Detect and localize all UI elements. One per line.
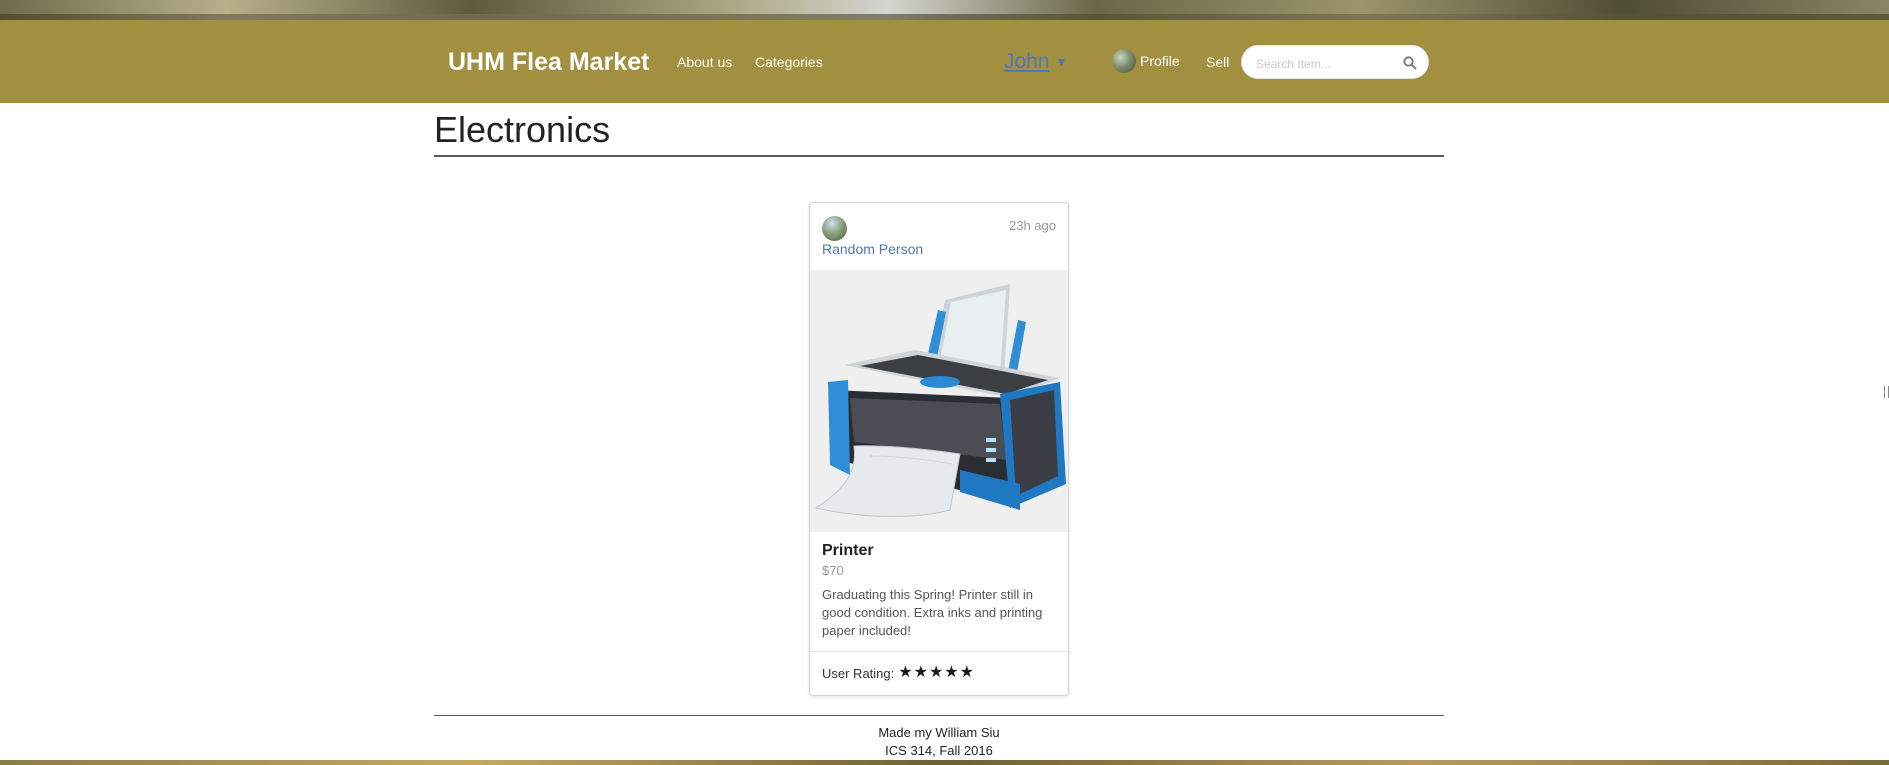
- search-icon[interactable]: [1402, 55, 1418, 71]
- footer-credit: Made my William Siu: [878, 725, 1000, 740]
- printer-image[interactable]: [810, 270, 1068, 532]
- search-input[interactable]: [1254, 53, 1398, 75]
- nav-categories-link[interactable]: Categories: [755, 53, 823, 71]
- star-icon: ★: [944, 664, 959, 681]
- title-divider: [434, 155, 1444, 157]
- footer-banner-image: [0, 760, 1889, 765]
- user-name: John: [1004, 50, 1050, 73]
- listing-name: Printer: [822, 542, 874, 559]
- listing-price: $70: [822, 563, 844, 578]
- star-icon: ★: [898, 664, 913, 681]
- star-icon: ★: [928, 664, 944, 681]
- user-avatar: [1112, 49, 1136, 73]
- nav-profile-label: Profile: [1140, 53, 1180, 69]
- header-banner-image: [0, 0, 1889, 20]
- rating-stars: ★ ★ ★ ★ ★: [898, 665, 975, 681]
- footer-course: ICS 314, Fall 2016: [885, 743, 993, 758]
- user-rating: User Rating: ★ ★ ★ ★ ★: [822, 665, 975, 681]
- scrollbar-grip[interactable]: [1884, 386, 1889, 398]
- card-divider: [810, 651, 1068, 652]
- nav-sell-link[interactable]: Sell: [1206, 53, 1229, 71]
- page-title: Electronics: [434, 109, 611, 150]
- star-icon: ★: [913, 664, 928, 681]
- listing-card[interactable]: 23h ago Random Person Printer $70 Gradua…: [809, 202, 1069, 696]
- footer-divider: [434, 715, 1444, 716]
- rating-label: User Rating:: [822, 665, 895, 681]
- nav-profile-link[interactable]: Profile: [1112, 48, 1180, 74]
- user-dropdown[interactable]: John ▼: [1004, 50, 1067, 74]
- listing-description: Graduating this Spring! Printer still in…: [822, 587, 1043, 638]
- search-box: [1241, 45, 1429, 79]
- listing-time: 23h ago: [1009, 218, 1056, 233]
- seller-avatar[interactable]: [822, 216, 847, 241]
- caret-down-icon: ▼: [1055, 55, 1068, 70]
- seller-link[interactable]: Random Person: [822, 241, 923, 257]
- printer-illustration: [814, 284, 1066, 517]
- nav-about-link[interactable]: About us: [677, 53, 732, 71]
- star-icon: ★: [959, 664, 974, 681]
- navbar: UHM Flea Market About us Categories John…: [0, 20, 1889, 103]
- brand-link[interactable]: UHM Flea Market: [448, 47, 649, 77]
